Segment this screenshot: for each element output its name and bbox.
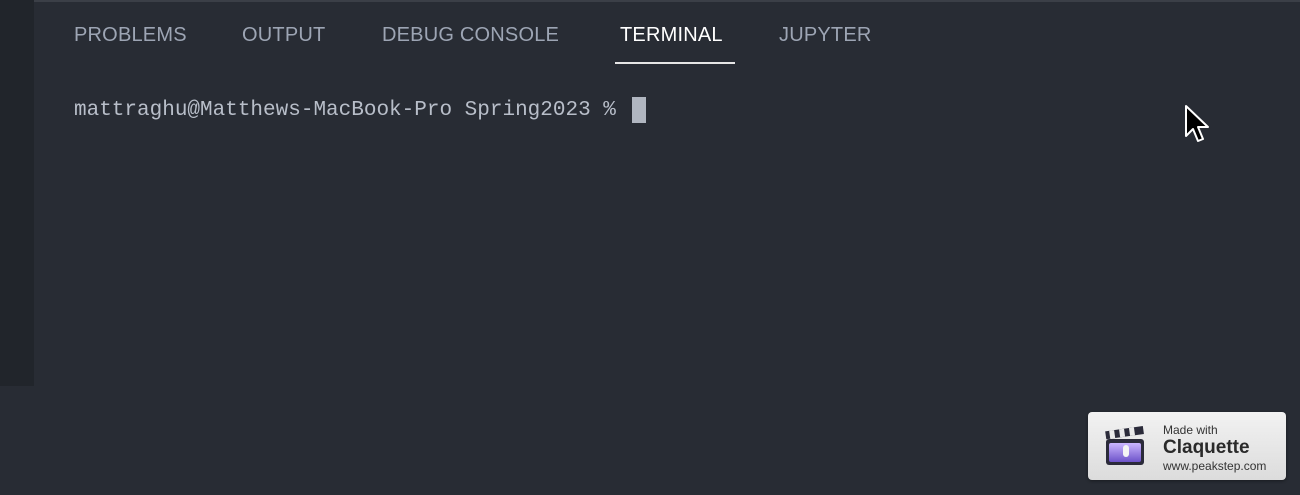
panel-tabs: PROBLEMS OUTPUT DEBUG CONSOLE TERMINAL J… xyxy=(34,2,1300,66)
bottom-panel: PROBLEMS OUTPUT DEBUG CONSOLE TERMINAL J… xyxy=(34,0,1300,386)
terminal-prompt: mattraghu@Matthews-MacBook-Pro Spring202… xyxy=(74,98,616,122)
terminal-prompt-line[interactable]: mattraghu@Matthews-MacBook-Pro Spring202… xyxy=(74,97,646,123)
watermark-app-name: Claquette xyxy=(1163,437,1250,458)
tab-jupyter[interactable]: JUPYTER xyxy=(779,24,872,64)
active-tab-indicator xyxy=(615,62,735,64)
tab-output[interactable]: OUTPUT xyxy=(242,24,325,64)
clapperboard-icon xyxy=(1105,426,1144,465)
vscode-window: PROBLEMS OUTPUT DEBUG CONSOLE TERMINAL J… xyxy=(0,0,1300,495)
terminal-cursor xyxy=(631,97,646,123)
claquette-watermark: Made with Claquette www.peakstep.com xyxy=(1088,412,1286,480)
watermark-made-with: Made with xyxy=(1163,423,1218,437)
tab-problems[interactable]: PROBLEMS xyxy=(74,24,187,64)
tab-debug-console[interactable]: DEBUG CONSOLE xyxy=(382,24,559,64)
activity-bar xyxy=(0,0,34,386)
mouse-pointer-icon xyxy=(1185,105,1209,142)
tab-terminal[interactable]: TERMINAL xyxy=(620,24,723,64)
watermark-url: www.peakstep.com xyxy=(1163,459,1267,473)
